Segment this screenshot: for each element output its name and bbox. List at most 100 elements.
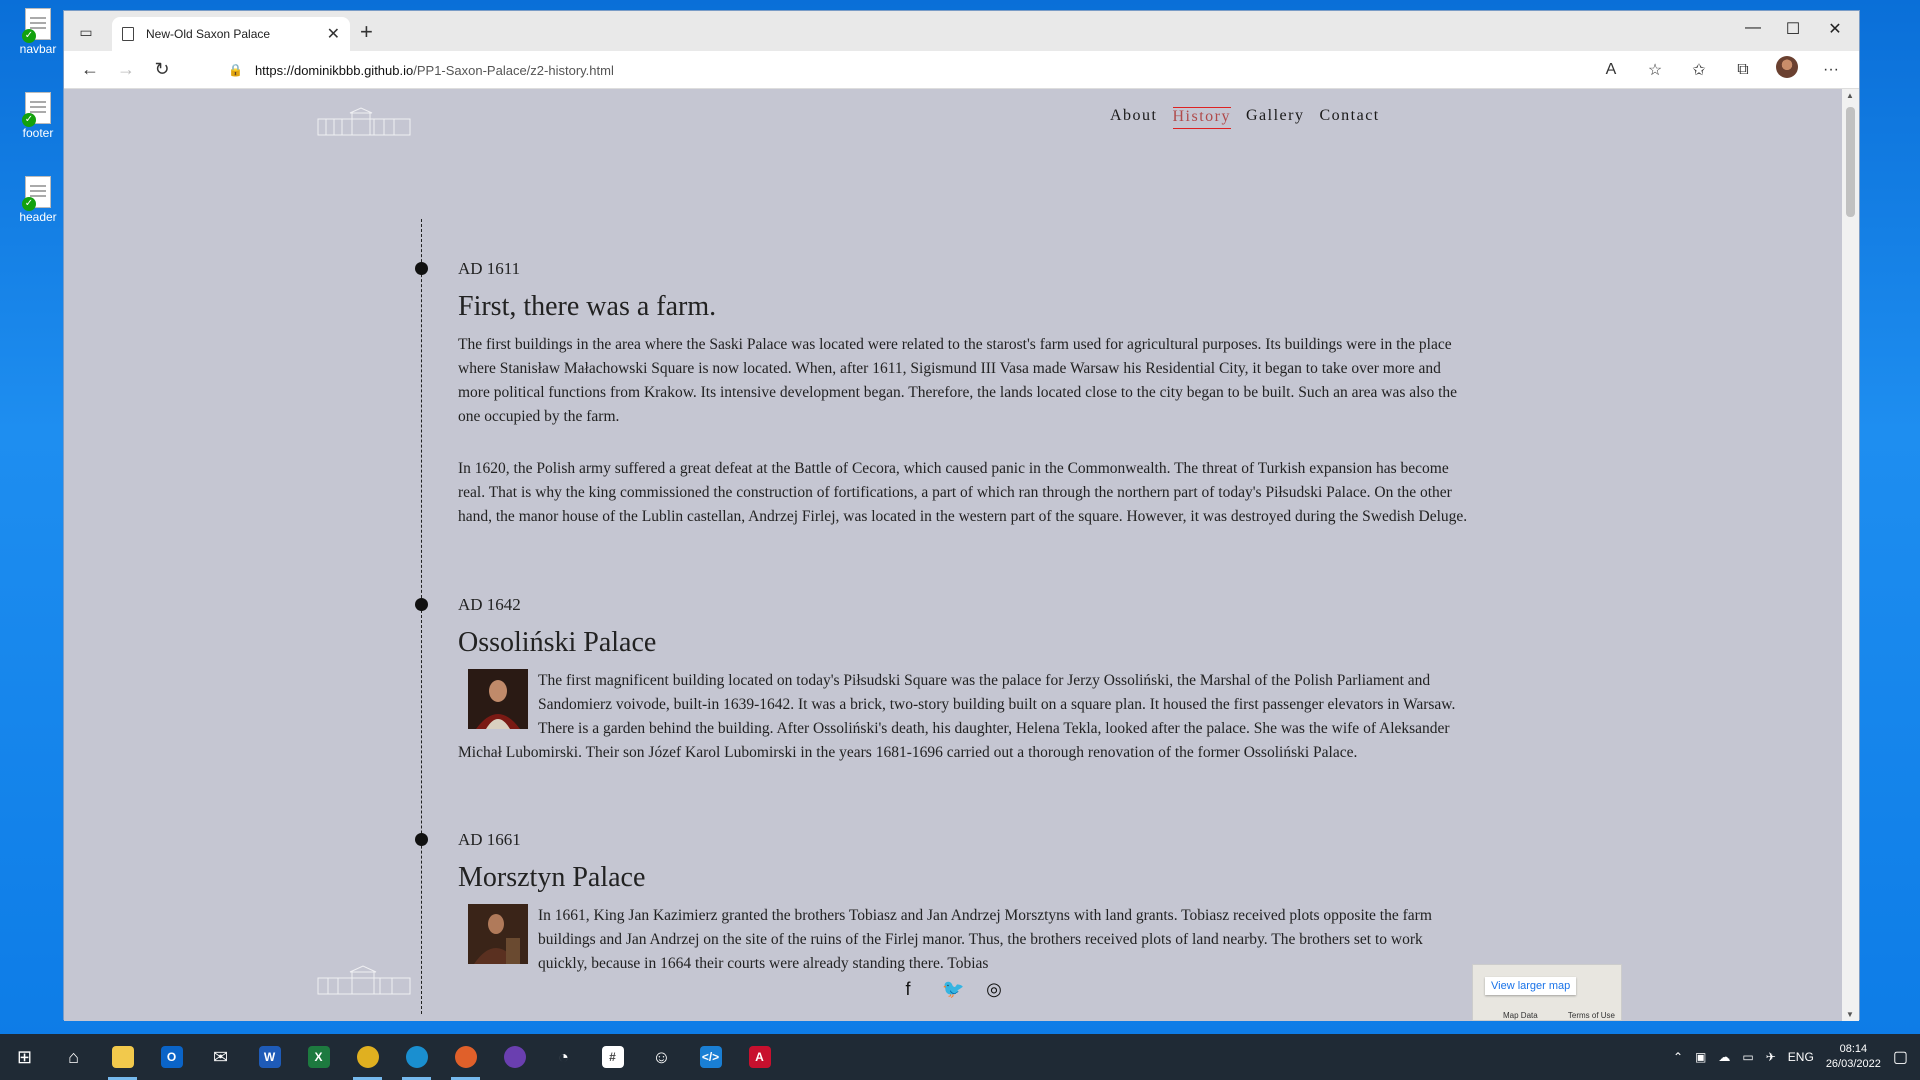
lock-icon[interactable]: 🔒 [228,63,243,77]
tab-title: New-Old Saxon Palace [146,27,271,41]
network-icon[interactable]: ✈ [1766,1050,1776,1064]
entry-year: AD 1661 [458,830,521,849]
tab-strip: ▭ New-Old Saxon Palace ✕ + — ☐ ✕ [64,11,1859,51]
onedrive-icon[interactable]: ☁ [1718,1050,1730,1064]
close-tab-icon[interactable]: ✕ [327,24,340,44]
word-icon[interactable]: W [245,1034,294,1080]
sync-check-icon: ✓ [22,197,36,211]
maximize-icon[interactable]: ☐ [1773,19,1813,39]
desktop-icon-footer[interactable]: ✓ footer [14,92,62,140]
home-icon[interactable]: ⌂ [49,1034,98,1080]
refresh-icon[interactable]: ↻ [144,59,180,80]
acrobat-icon[interactable]: A [735,1034,784,1080]
github-icon[interactable] [490,1034,539,1080]
close-window-icon[interactable]: ✕ [1815,19,1855,39]
collections-icon[interactable]: ⧉ [1725,61,1761,79]
document-icon: ✓ [22,8,51,43]
nav-about[interactable]: About [1110,107,1158,129]
url-host: https://dominikbbb.github.io [254,62,414,78]
edge-icon[interactable] [392,1034,441,1080]
address-bar[interactable]: 🔒 https://dominikbbb.github.io/PP1-Saxon… [214,56,1573,84]
profile-icon[interactable] [1769,56,1805,83]
meet-icon[interactable]: ▣ [1695,1050,1706,1064]
emoji-app-icon[interactable]: ☺ [637,1034,686,1080]
start-icon[interactable]: ⊞ [0,1034,49,1080]
entry-paragraph: In 1620, the Polish army suffered a grea… [458,460,1468,525]
tab-actions-icon[interactable]: ▭ [74,20,98,44]
timeline-entry-1642: AD 1642 Ossoliński Palace The first magn… [458,595,1468,765]
document-icon: ✓ [22,176,51,211]
entry-year: AD 1611 [458,259,521,278]
entry-title: First, there was a farm. [458,291,717,322]
sync-check-icon: ✓ [22,29,36,43]
embedded-map[interactable]: View larger map Map Data Terms of Use [1472,964,1622,1021]
notifications-icon[interactable]: ▢ [1893,1047,1908,1067]
timeline-entry-1611: AD 1611 First, there was a farm. The fir… [458,259,1468,529]
sync-check-icon: ✓ [22,113,36,127]
nav-gallery[interactable]: Gallery [1246,107,1304,129]
tray-chevron-icon[interactable]: ⌃ [1673,1050,1683,1064]
scroll-thumb[interactable] [1846,107,1855,217]
minimize-icon[interactable]: — [1733,19,1773,37]
avatar [1776,56,1798,78]
more-menu-icon[interactable]: ··· [1813,61,1849,79]
twitter-icon[interactable]: 🐦 [942,979,964,1000]
browser-toolbar: ← → ↻ 🔒 https://dominikbbb.github.io/PP1… [64,51,1859,89]
entry-title: Ossoliński Palace [458,627,657,658]
new-tab-icon[interactable]: + [360,19,373,45]
footer-palace-logo-icon[interactable] [314,964,414,1000]
scroll-up-icon[interactable]: ▲ [1846,91,1854,100]
clock-date: 26/03/2022 [1825,1058,1881,1070]
main-nav: About History Gallery Contact [1110,107,1380,129]
firefox-icon[interactable] [441,1034,490,1080]
ossolinski-portrait [468,669,528,729]
timeline-dot [415,833,428,846]
system-tray: ⌃ ▣ ☁ ▭ ✈ ENG 08:14 26/03/2022 ▢ [1673,1034,1908,1080]
slack-icon[interactable]: # [588,1034,637,1080]
document-icon: ✓ [22,92,51,127]
entry-year: AD 1642 [458,595,521,614]
url-path: /PP1-Saxon-Palace/z2-history.html [413,62,614,78]
speedometer-icon[interactable]: ◔ [539,1034,588,1080]
social-links: f 🐦 ◎ [899,979,1003,1000]
toolbar-right: A ☆ ✩ ⧉ ··· [1593,56,1849,83]
file-explorer-icon[interactable] [98,1034,147,1080]
mail-icon[interactable]: ✉ [196,1034,245,1080]
morsztyn-portrait [468,904,528,964]
add-favorite-icon[interactable]: ☆ [1637,60,1673,80]
timeline-line [421,219,422,1014]
timeline-dot [415,598,428,611]
outlook-icon[interactable]: O [147,1034,196,1080]
instagram-icon[interactable]: ◎ [985,979,1003,1000]
scroll-down-icon[interactable]: ▼ [1846,1010,1854,1019]
desktop-icon-navbar[interactable]: ✓ navbar [14,8,62,56]
entry-title: Morsztyn Palace [458,862,646,893]
nav-history[interactable]: History [1172,107,1231,129]
page-scrollbar[interactable]: ▲ ▼ [1842,89,1859,1021]
excel-icon[interactable]: X [294,1034,343,1080]
terms-link[interactable]: Terms of Use [1568,1011,1615,1020]
view-larger-map-link[interactable]: View larger map [1485,977,1577,995]
battery-icon[interactable]: ▭ [1742,1050,1753,1064]
browser-window: ▭ New-Old Saxon Palace ✕ + — ☐ ✕ ← → ↻ 🔒… [63,10,1860,1021]
back-icon[interactable]: ← [72,59,108,80]
chrome-icon[interactable] [343,1034,392,1080]
desktop-icon-header[interactable]: ✓ header [14,176,62,224]
map-data-label: Map Data [1503,1011,1538,1020]
clock[interactable]: 08:14 26/03/2022 [1826,1042,1881,1072]
page-viewport: About History Gallery Contact AD 1611 Fi… [64,89,1842,1021]
facebook-icon[interactable]: f [899,979,917,1000]
desktop-icon-label: footer [22,126,54,140]
desktop-icon-label: navbar [19,42,57,56]
nav-contact[interactable]: Contact [1319,107,1379,129]
language-indicator[interactable]: ENG [1788,1050,1814,1064]
entry-paragraph: The first buildings in the area where th… [458,336,1458,425]
clock-time: 08:14 [1839,1043,1868,1055]
vscode-icon[interactable]: </> [686,1034,735,1080]
favorites-icon[interactable]: ✩ [1681,60,1717,80]
entry-paragraph: The first magnificent building located o… [458,672,1456,761]
read-aloud-icon[interactable]: A [1593,61,1629,79]
forward-icon[interactable]: → [108,59,144,80]
palace-logo-icon[interactable] [314,107,414,139]
browser-tab[interactable]: New-Old Saxon Palace ✕ [112,17,350,51]
